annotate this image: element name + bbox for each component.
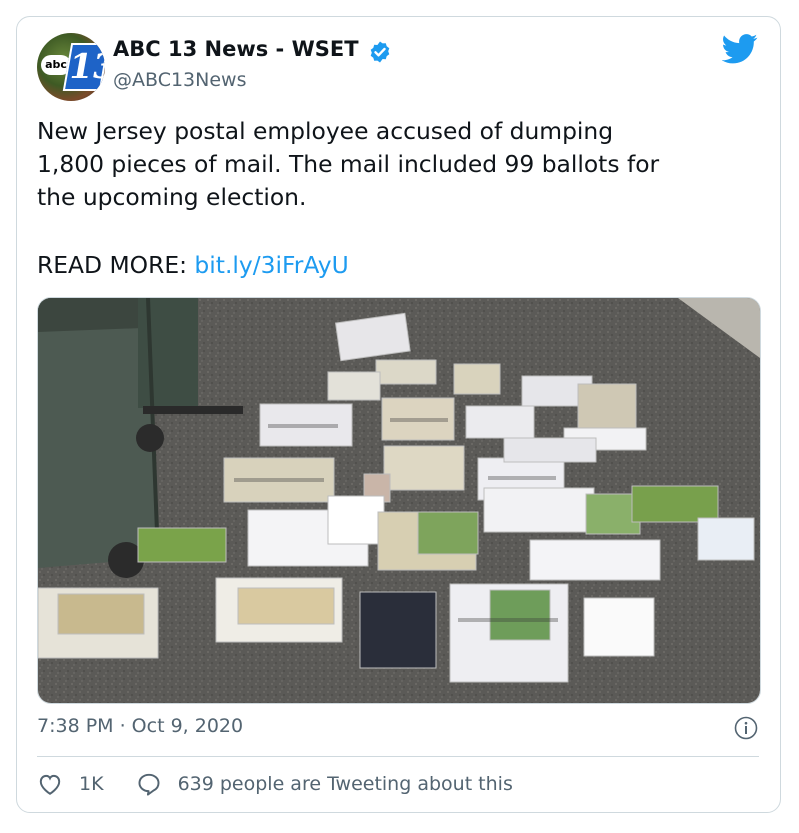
mail-pile-photo: [38, 298, 760, 703]
tweet-text: New Jersey postal employee accused of du…: [37, 117, 660, 211]
reply-bubble-icon[interactable]: [136, 771, 162, 797]
author-name[interactable]: ABC 13 News - WSET: [113, 37, 359, 61]
tweet-link[interactable]: bit.ly/3iFrAyU: [194, 251, 348, 279]
avatar-13-logo: 13: [62, 43, 105, 91]
verified-badge-icon: [370, 41, 390, 63]
read-more-label: READ MORE:: [37, 251, 187, 279]
heart-icon[interactable]: [37, 771, 63, 797]
tweeting-about-link[interactable]: 639 people are Tweeting about this: [178, 773, 513, 795]
tweet-timestamp[interactable]: 7:38 PM · Oct 9, 2020: [37, 715, 243, 737]
like-count[interactable]: 1K: [79, 773, 104, 795]
read-more-line: READ MORE: bit.ly/3iFrAyU: [37, 249, 349, 282]
divider: [37, 756, 759, 757]
author-avatar[interactable]: abc 13: [37, 33, 105, 101]
author-handle[interactable]: @ABC13News: [113, 69, 246, 91]
action-bar: 1K 639 people are Tweeting about this: [37, 769, 513, 799]
info-icon[interactable]: [734, 716, 758, 740]
twitter-bird-icon[interactable]: [722, 34, 758, 64]
tweet-card: abc 13 ABC 13 News - WSET @ABC13News New…: [16, 16, 781, 813]
tweet-photo[interactable]: [37, 297, 761, 704]
